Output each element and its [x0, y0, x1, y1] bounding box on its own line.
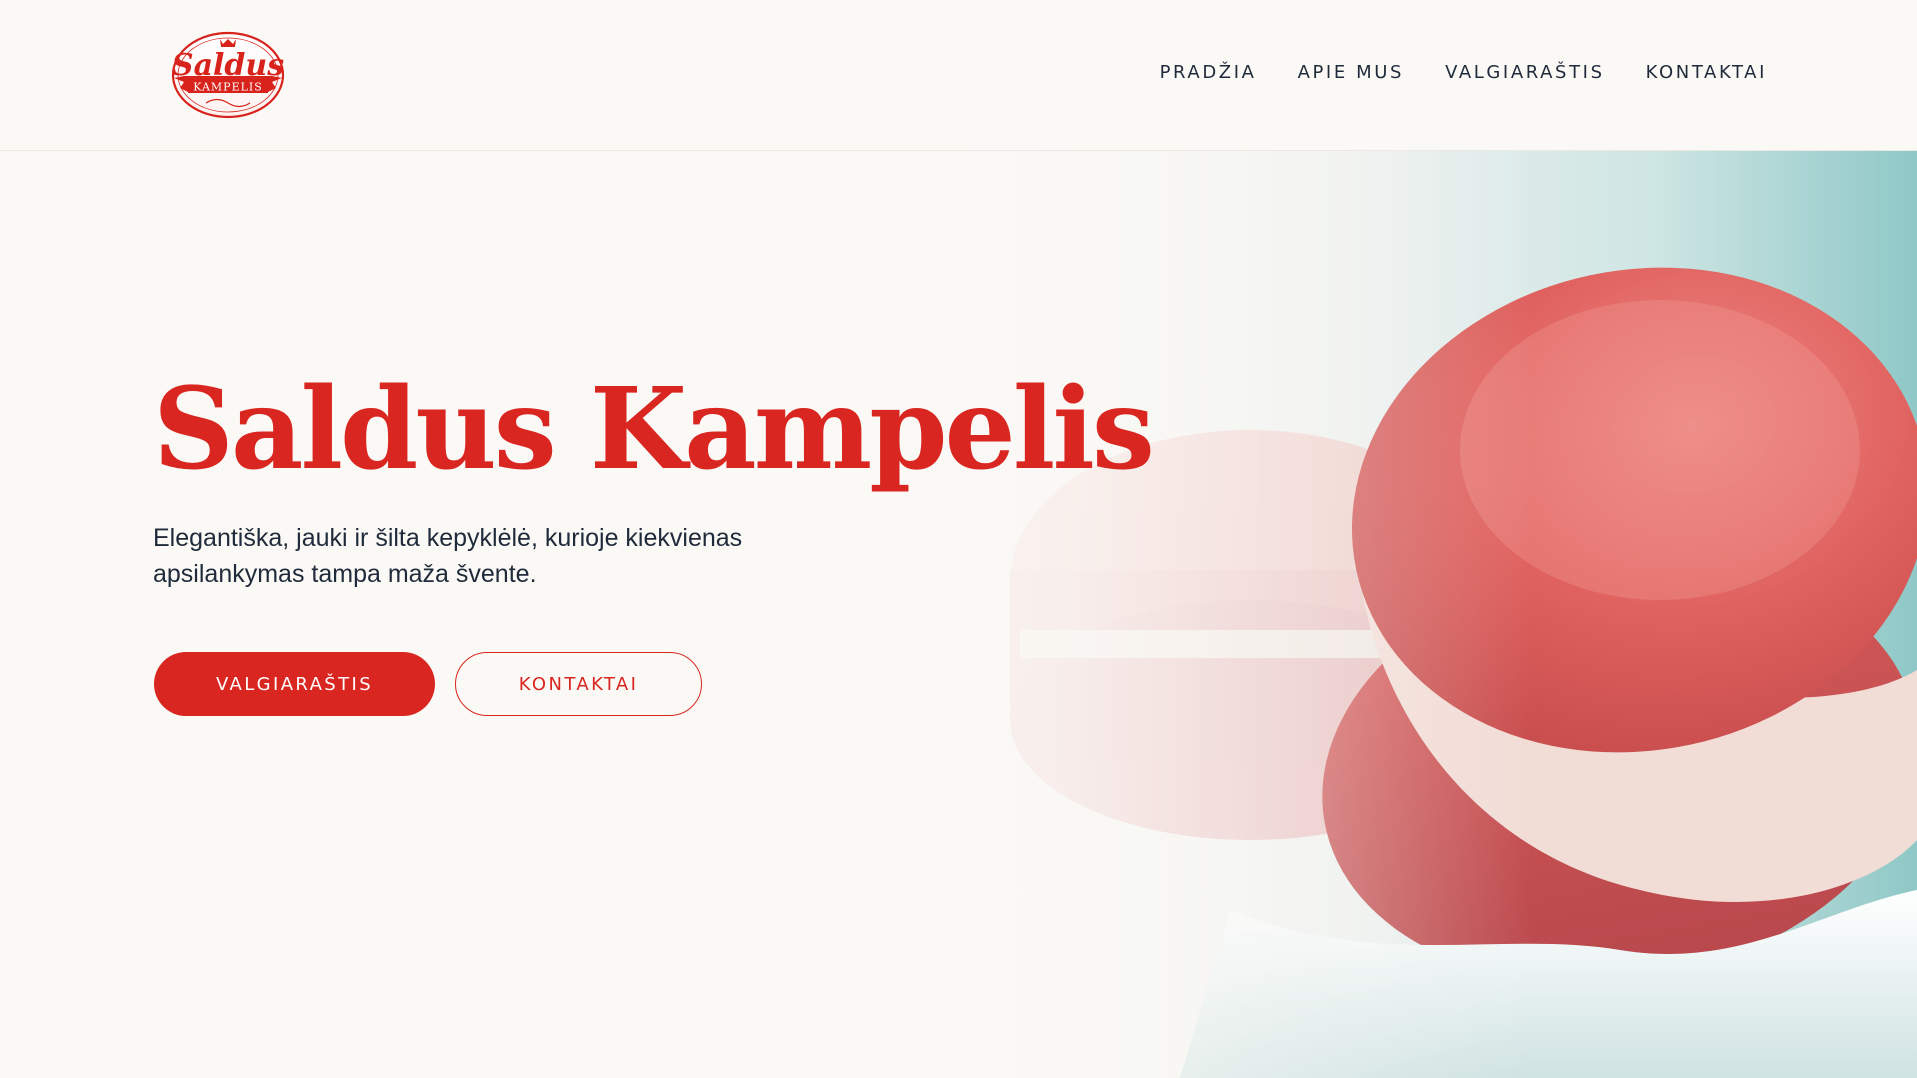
main-nav: PRADŽIA APIE MUS VALGIARAŠTIS KONTAKTAI — [1160, 62, 1767, 83]
contacts-button[interactable]: KONTAKTAI — [455, 652, 702, 716]
hero-title: Saldus Kampelis — [153, 364, 1155, 495]
hero-section: Saldus Kampelis Elegantiška, jauki ir ši… — [0, 150, 1917, 1078]
hero-image — [0, 150, 1917, 1078]
nav-link-menu[interactable]: VALGIARAŠTIS — [1445, 62, 1605, 83]
nav-link-about[interactable]: APIE MUS — [1298, 62, 1405, 83]
logo-emblem: Saldus KAMPELIS — [171, 31, 284, 119]
logo-subtitle: KAMPELIS — [193, 81, 263, 94]
site-header: Saldus KAMPELIS PRADŽIA APIE MUS VALGIAR… — [0, 0, 1917, 151]
hero-subtitle: Elegantiška, jauki ir šilta kepyklėlė, k… — [153, 524, 743, 588]
nav-link-home[interactable]: PRADŽIA — [1160, 62, 1257, 83]
nav-link-contacts[interactable]: KONTAKTAI — [1646, 62, 1767, 83]
brand-logo[interactable]: Saldus KAMPELIS — [168, 28, 288, 122]
menu-button[interactable]: VALGIARAŠTIS — [154, 652, 435, 716]
macaron-illustration — [0, 150, 1917, 1078]
